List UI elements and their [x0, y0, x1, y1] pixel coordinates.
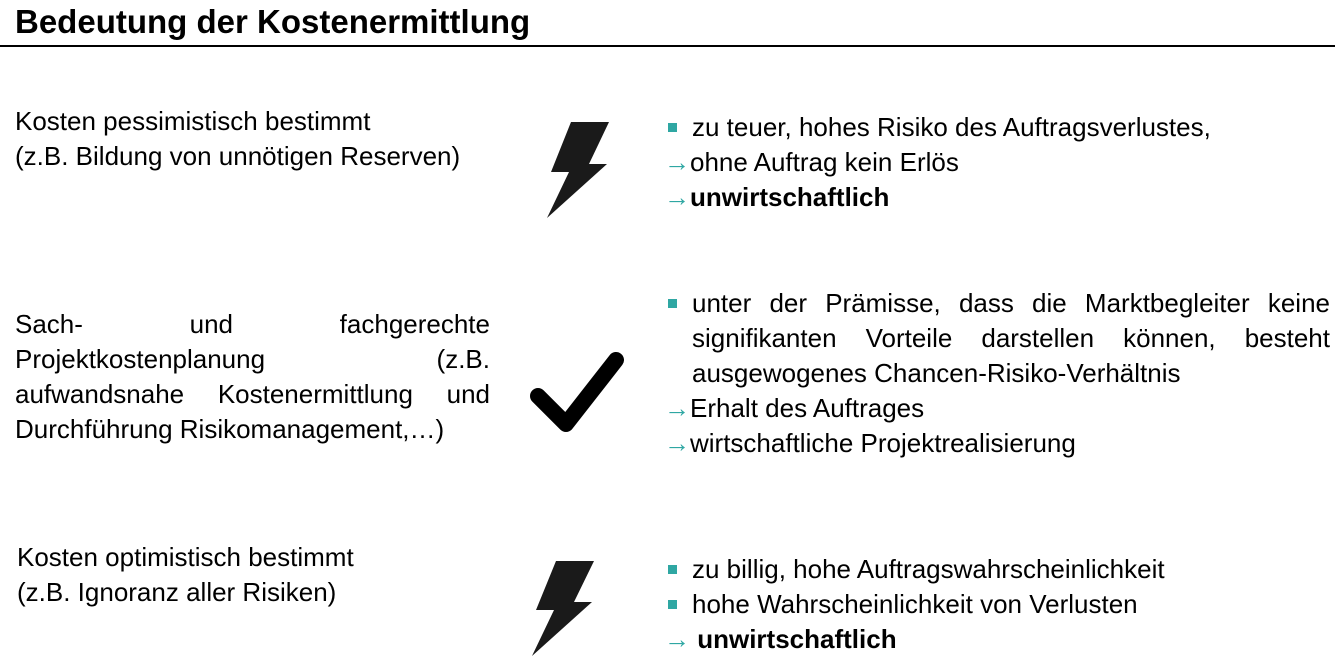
title-divider	[0, 45, 1335, 47]
row1-left-text: Kosten pessimistisch bestimmt (z.B. Bild…	[15, 104, 460, 174]
row3-left-line: Kosten optimistisch bestimmt	[17, 542, 354, 572]
row3-arrow-line: → unwirtschaftlich	[664, 624, 897, 654]
bullet-square-icon	[668, 565, 677, 574]
row3-bullet: zu billig, hohe Auftragswahrscheinlichke…	[664, 552, 1304, 587]
row1-arrow-line: →ohne Auftrag kein Erlös	[664, 147, 959, 177]
row1-right-block: zu teuer, hohes Risiko des Auftragsverlu…	[664, 110, 1304, 215]
lightning-icon	[547, 122, 609, 218]
bullet-square-icon	[668, 600, 677, 609]
row3-bullet: hohe Wahrscheinlichkeit von Verlusten	[664, 587, 1304, 622]
page-title: Bedeutung der Kostenermittlung	[15, 3, 531, 40]
row2-left-text: Sach- und fachgerechte Projektkostenplan…	[15, 309, 490, 444]
row1-left-line: (z.B. Bildung von unnötigen Reserven)	[15, 141, 461, 171]
lightning-icon	[532, 561, 594, 656]
bullet-square-icon	[668, 299, 677, 308]
row2-bullet: unter der Prämisse, dass die Marktbeglei…	[664, 286, 1330, 391]
arrow-icon: →	[664, 182, 690, 212]
bullet-square-icon	[668, 123, 677, 132]
row1-left-line: Kosten pessimistisch bestimmt	[15, 106, 371, 136]
arrow-icon: →	[664, 393, 690, 423]
row1-bullet: zu teuer, hohes Risiko des Auftragsverlu…	[664, 110, 1304, 145]
row2-arrow-line: →wirtschaftliche Projektrealisierung	[664, 428, 1076, 458]
checkmark-icon	[530, 352, 624, 432]
row2-arrow-line: →Erhalt des Auftrages	[664, 393, 925, 423]
arrow-icon: →	[664, 428, 690, 458]
arrow-icon: →	[664, 624, 690, 654]
row1-arrow-line: →unwirtschaftlich	[664, 182, 890, 212]
row3-left-text: Kosten optimistisch bestimmt (z.B. Ignor…	[17, 540, 354, 610]
row3-left-line: (z.B. Ignoranz aller Risiken)	[17, 577, 337, 607]
row3-right-block: zu billig, hohe Auftragswahrscheinlichke…	[664, 552, 1304, 657]
row2-right-block: unter der Prämisse, dass die Marktbeglei…	[664, 286, 1330, 461]
arrow-icon: →	[664, 147, 690, 177]
